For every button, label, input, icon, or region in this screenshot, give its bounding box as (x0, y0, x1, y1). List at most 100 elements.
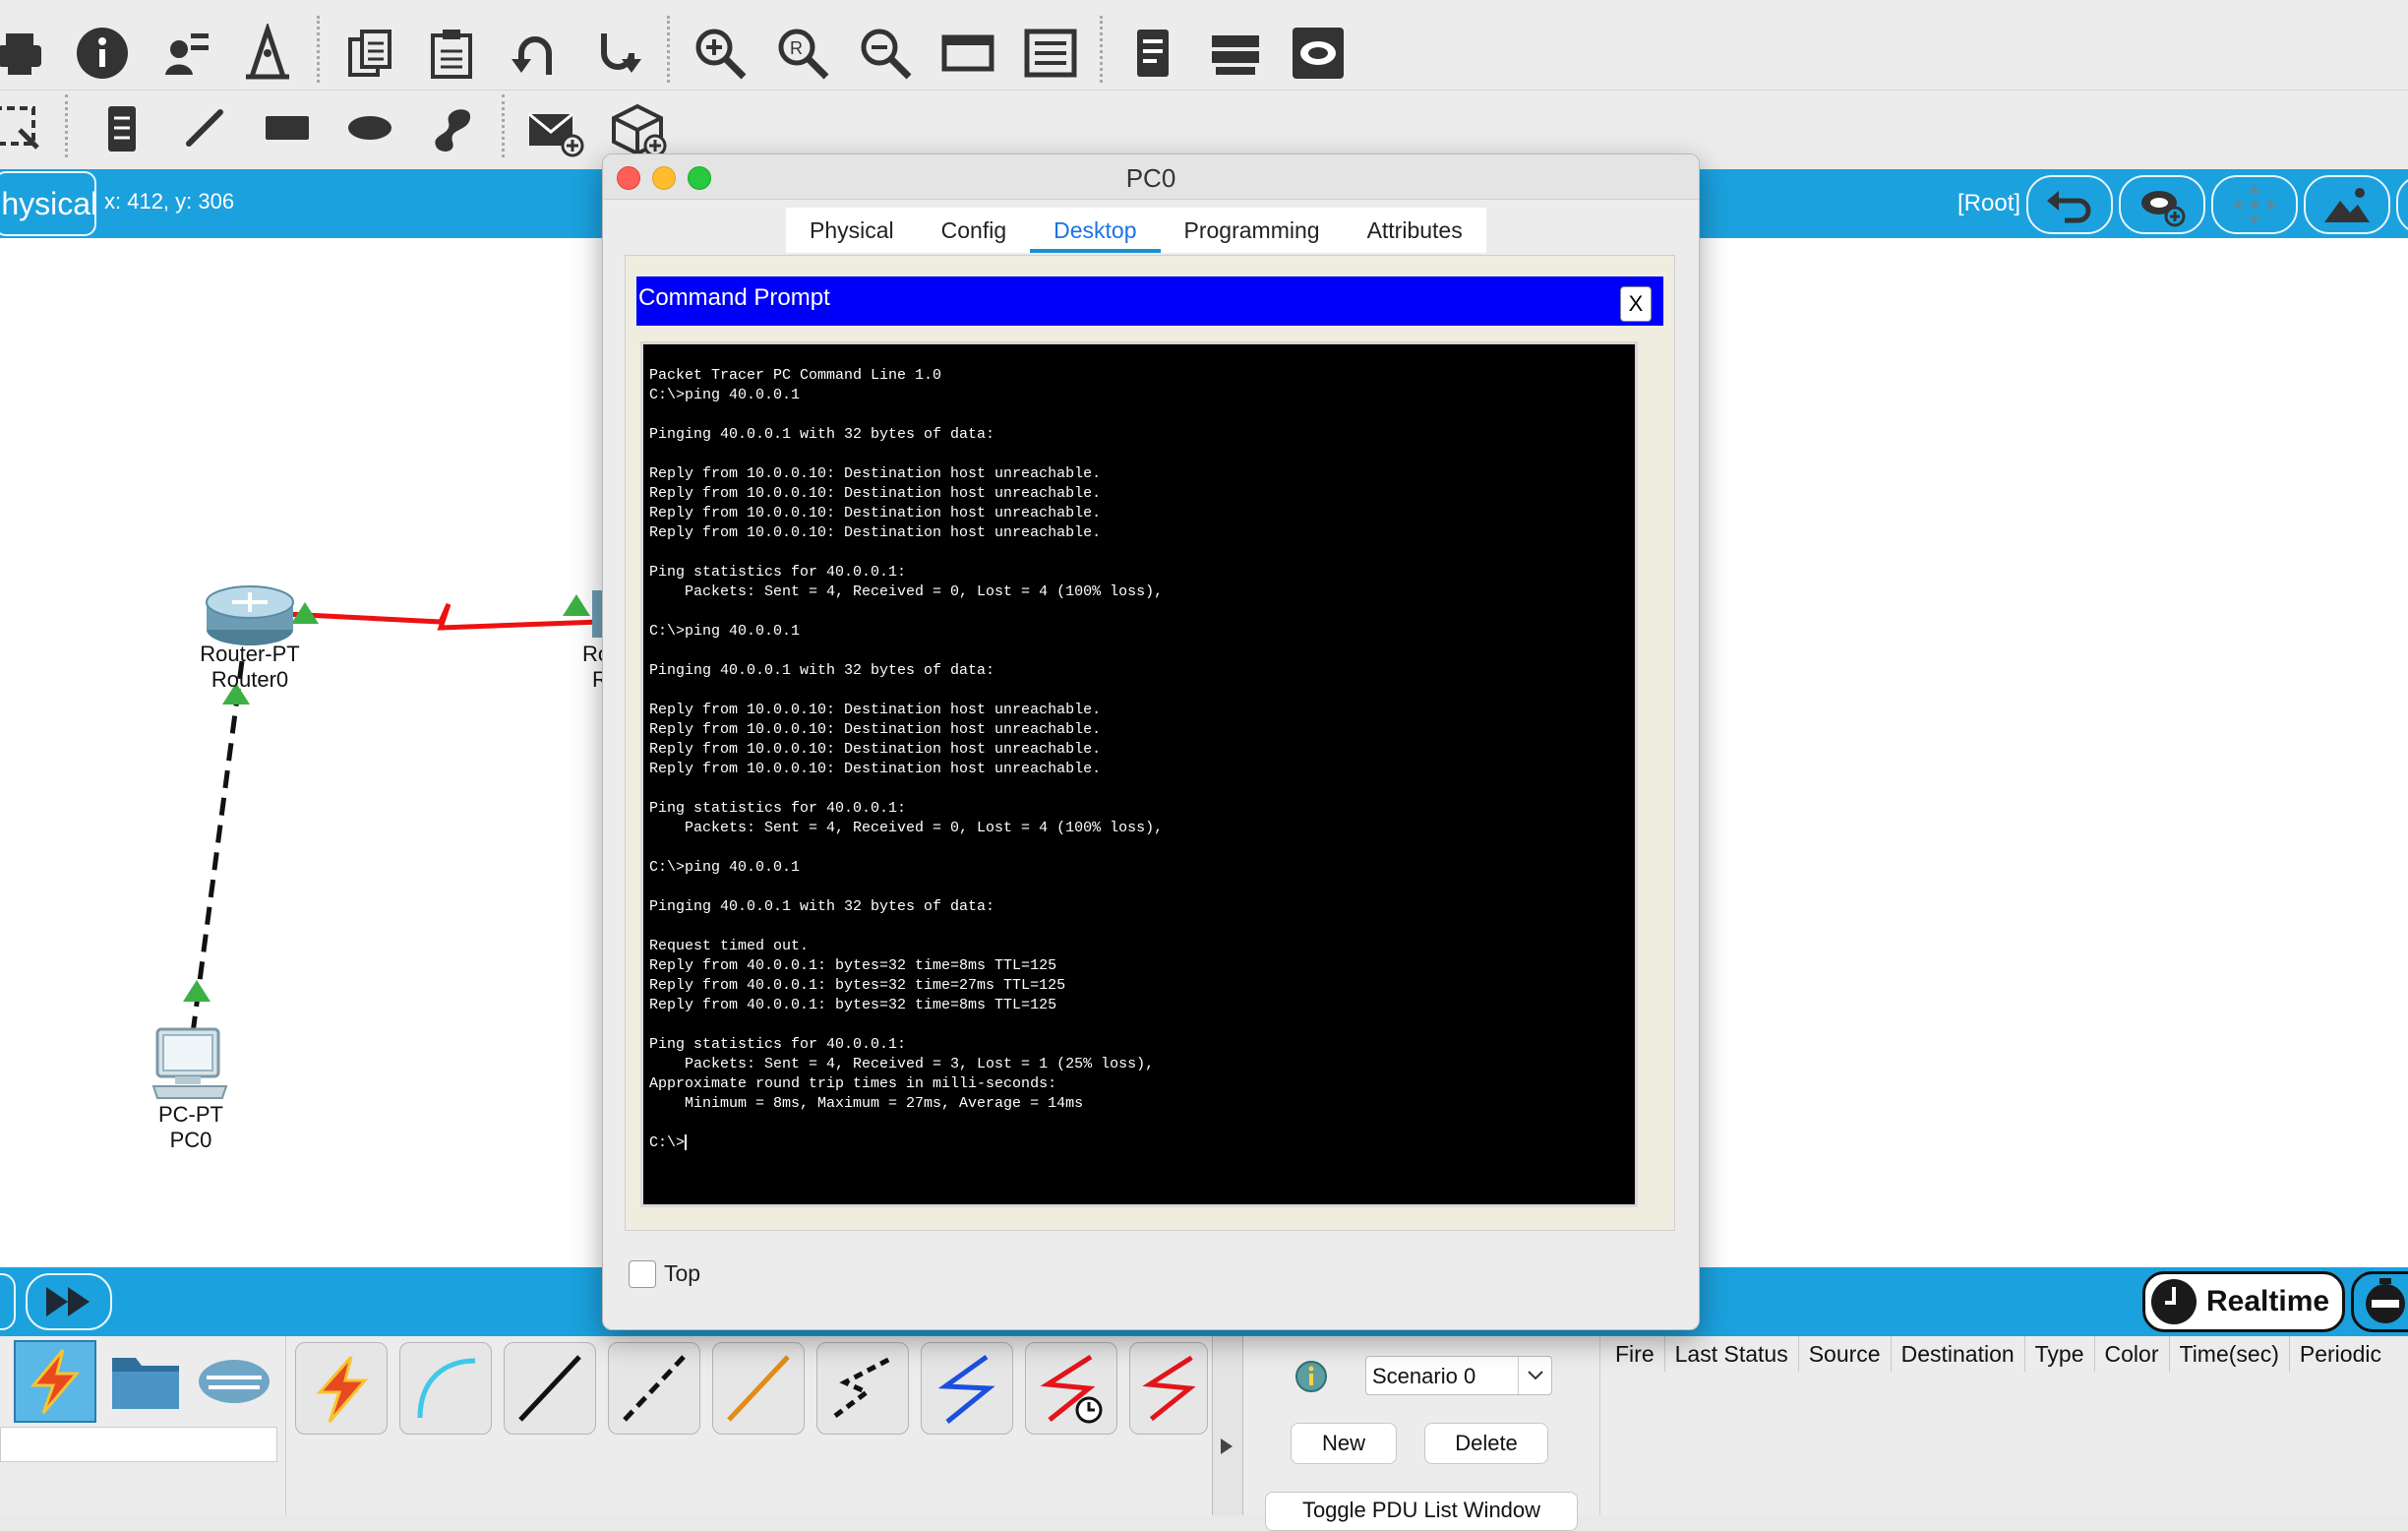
back-button[interactable] (2026, 175, 2113, 234)
toggle-pdu-list-button[interactable]: Toggle PDU List Window (1265, 1492, 1578, 1531)
clock-icon (2151, 1279, 2197, 1324)
set-background-button[interactable] (2304, 175, 2390, 234)
close-app-button[interactable]: X (1620, 286, 1652, 322)
terminal-line: Reply from 40.0.0.1: bytes=32 time=8ms T… (649, 957, 1057, 974)
column-periodic[interactable]: Periodic (2290, 1336, 2391, 1372)
chevron-down-icon (1518, 1357, 1551, 1394)
serial-dte-icon[interactable] (1129, 1342, 1208, 1435)
drawing-palette-icon[interactable] (1019, 22, 1082, 85)
info-icon[interactable] (71, 22, 134, 85)
tab-programming[interactable]: Programming (1161, 208, 1344, 253)
back-arrow-icon (2047, 191, 2091, 223)
terminal-line: Ping statistics for 40.0.0.1: (649, 800, 907, 817)
paste-icon[interactable] (421, 22, 484, 85)
cluster-icon[interactable] (1287, 22, 1350, 85)
terminal-line: C:\>ping 40.0.0.1 (649, 623, 801, 640)
window-titlebar[interactable]: PC0 (603, 154, 1699, 200)
delete-scenario-button[interactable]: Delete (1424, 1423, 1548, 1464)
router0-name-label: Router0 (211, 667, 289, 692)
undo-icon[interactable] (504, 22, 567, 85)
phone-cable-icon[interactable] (816, 1342, 909, 1435)
top-checkbox-label: Top (664, 1260, 701, 1286)
console-cable-icon[interactable] (399, 1342, 492, 1435)
device-list-icon[interactable] (1204, 22, 1267, 85)
zoom-reset-icon[interactable]: R (771, 22, 834, 85)
notes-icon[interactable] (1121, 22, 1184, 85)
panel-splitter[interactable] (1212, 1336, 1243, 1515)
fast-forward-button[interactable] (26, 1273, 112, 1330)
print-icon[interactable] (0, 22, 53, 85)
new-scenario-button[interactable]: New (1291, 1423, 1397, 1464)
pc0-window: PC0 Physical Config Desktop Programming … (602, 153, 1700, 1330)
column-last-status[interactable]: Last Status (1665, 1336, 1799, 1372)
user-wizard-icon[interactable] (155, 22, 218, 85)
activity-wizard-icon[interactable] (236, 22, 299, 85)
command-prompt-header: Command Prompt X (636, 276, 1663, 326)
new-cluster-button[interactable] (2119, 175, 2205, 234)
realtime-mode-button[interactable]: Realtime (2142, 1271, 2345, 1332)
router0-type-label: Router-PT (200, 642, 300, 666)
scenario-select[interactable]: Scenario 0 (1365, 1356, 1552, 1395)
column-source[interactable]: Source (1799, 1336, 1892, 1372)
terminal-line: Reply from 40.0.0.1: bytes=32 time=27ms … (649, 977, 1066, 994)
terminal-line: Packet Tracer PC Command Line 1.0 (649, 367, 942, 384)
column-color[interactable]: Color (2095, 1336, 2170, 1372)
copy-icon[interactable] (338, 22, 401, 85)
copper-cross-icon[interactable] (608, 1342, 700, 1435)
move-object-button[interactable] (2211, 175, 2298, 234)
terminal-line: Reply from 10.0.0.10: Destination host u… (649, 505, 1102, 521)
tab-desktop[interactable]: Desktop (1030, 208, 1161, 253)
terminal-output[interactable]: Packet Tracer PC Command Line 1.0 C:\>pin… (640, 341, 1638, 1207)
pc-icon[interactable] (150, 1025, 230, 1100)
device-search-field[interactable] (0, 1427, 277, 1462)
fiber-icon[interactable] (712, 1342, 805, 1435)
terminal-line: Request timed out. (649, 938, 810, 954)
cloud-icon[interactable] (195, 1348, 275, 1413)
copper-straight-icon[interactable] (504, 1342, 596, 1435)
column-destination[interactable]: Destination (1892, 1336, 2025, 1372)
fast-forward-icon (46, 1287, 90, 1317)
copper-cross-link[interactable] (190, 660, 245, 1034)
simulation-mode-button[interactable] (2351, 1271, 2408, 1332)
rectangle-icon[interactable] (256, 96, 319, 159)
add-complex-pdu-icon[interactable] (606, 96, 669, 159)
redo-icon[interactable] (586, 22, 649, 85)
stopwatch-icon (2366, 1278, 2405, 1323)
connections-category[interactable] (14, 1340, 96, 1423)
viewport-icon[interactable] (936, 22, 999, 85)
serial-dce-icon[interactable] (1025, 1342, 1117, 1435)
window-title: PC0 (1125, 163, 1176, 193)
top-checkbox[interactable] (629, 1260, 656, 1288)
tab-physical[interactable]: Physical (786, 208, 918, 253)
freeform-icon[interactable] (421, 96, 484, 159)
add-simple-pdu-icon[interactable] (523, 96, 586, 159)
physical-tab[interactable]: Physical (0, 171, 96, 236)
terminal-line: Ping statistics for 40.0.0.1: (649, 564, 907, 581)
zoom-out-icon[interactable] (854, 22, 917, 85)
note-icon[interactable] (90, 96, 153, 159)
auto-connection-icon[interactable] (295, 1342, 388, 1435)
serial-link[interactable] (284, 602, 601, 631)
line-icon[interactable] (173, 96, 236, 159)
column-time[interactable]: Time(sec) (2170, 1336, 2290, 1372)
coaxial-icon[interactable] (921, 1342, 1013, 1435)
play-button[interactable] (0, 1273, 16, 1330)
tab-attributes[interactable]: Attributes (1344, 208, 1486, 253)
select-icon[interactable] (0, 96, 47, 159)
column-type[interactable]: Type (2025, 1336, 2095, 1372)
zoom-in-icon[interactable] (689, 22, 752, 85)
folder-icon[interactable] (108, 1348, 183, 1413)
ellipse-icon[interactable] (338, 96, 401, 159)
column-fire[interactable]: Fire (1605, 1336, 1665, 1372)
terminal-line: Reply from 10.0.0.10: Destination host u… (649, 702, 1102, 718)
cluster-add-icon (2141, 191, 2186, 227)
router-icon[interactable] (203, 581, 297, 649)
terminal-line: Reply from 10.0.0.10: Destination host u… (649, 524, 1102, 541)
tab-config[interactable]: Config (918, 208, 1030, 253)
